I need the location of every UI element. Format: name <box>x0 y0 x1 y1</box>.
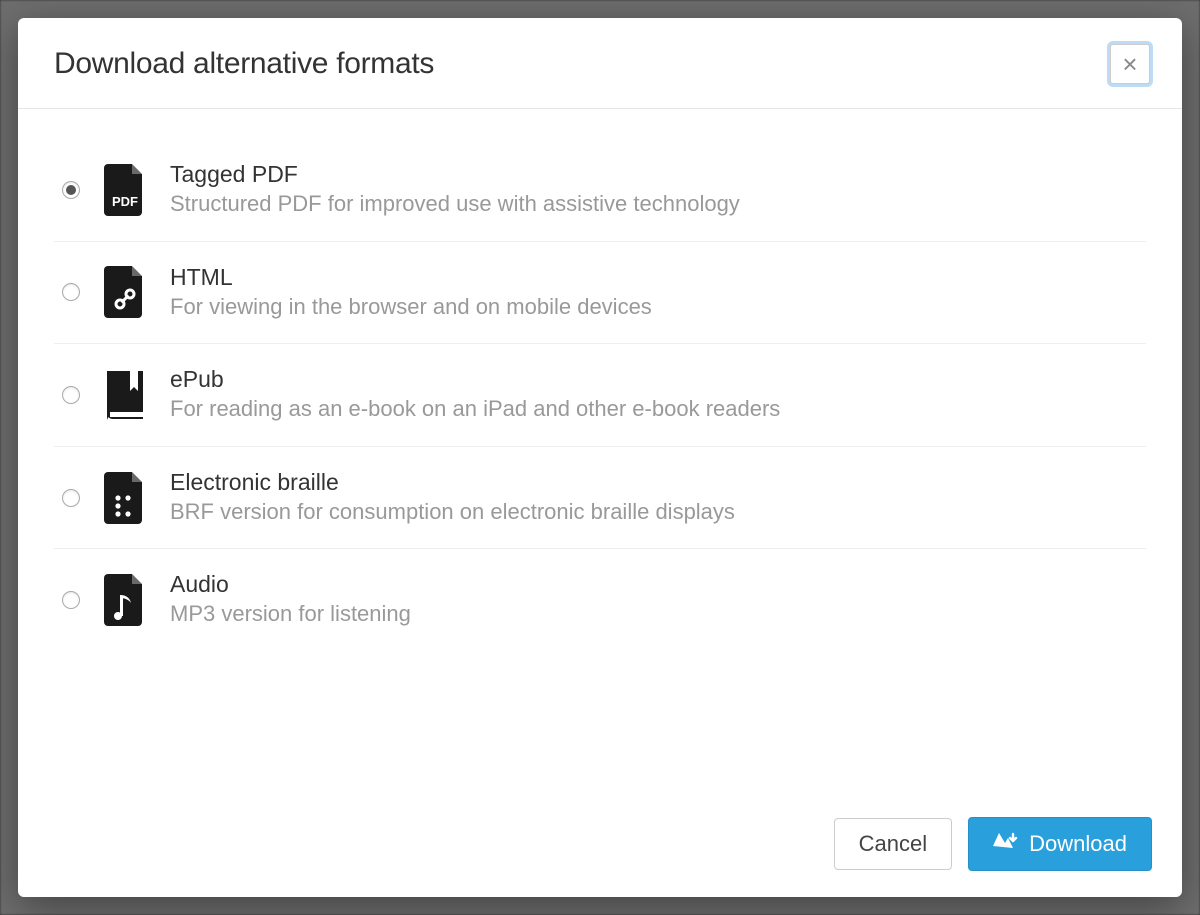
format-text: HTML For viewing in the browser and on m… <box>170 264 1138 322</box>
format-text: Audio MP3 version for listening <box>170 571 1138 629</box>
modal-header: Download alternative formats × <box>18 18 1182 109</box>
epub-book-icon <box>104 369 146 421</box>
radio-input[interactable] <box>62 489 80 507</box>
html-file-icon <box>104 266 146 318</box>
format-description: For viewing in the browser and on mobile… <box>170 293 1138 322</box>
format-option-epub[interactable]: ePub For reading as an e-book on an iPad… <box>54 344 1146 447</box>
modal-body: PDF Tagged PDF Structured PDF for improv… <box>18 109 1182 795</box>
format-title: Electronic braille <box>170 469 1138 496</box>
download-button-label: Download <box>1029 831 1127 857</box>
radio-input[interactable] <box>62 181 80 199</box>
format-description: For reading as an e-book on an iPad and … <box>170 395 1138 424</box>
radio-input[interactable] <box>62 386 80 404</box>
cancel-button[interactable]: Cancel <box>834 818 952 870</box>
download-button[interactable]: Download <box>968 817 1152 871</box>
radio-input[interactable] <box>62 283 80 301</box>
format-description: BRF version for consumption on electroni… <box>170 498 1138 527</box>
format-text: Electronic braille BRF version for consu… <box>170 469 1138 527</box>
pdf-file-icon: PDF <box>104 164 146 216</box>
format-option-audio[interactable]: Audio MP3 version for listening <box>54 549 1146 651</box>
format-option-tagged-pdf[interactable]: PDF Tagged PDF Structured PDF for improv… <box>54 139 1146 242</box>
close-icon: × <box>1122 51 1137 77</box>
format-text: Tagged PDF Structured PDF for improved u… <box>170 161 1138 219</box>
modal-footer: Cancel Download <box>18 795 1182 897</box>
format-text: ePub For reading as an e-book on an iPad… <box>170 366 1138 424</box>
format-option-html[interactable]: HTML For viewing in the browser and on m… <box>54 242 1146 345</box>
close-button[interactable]: × <box>1110 44 1150 84</box>
radio-input[interactable] <box>62 591 80 609</box>
svg-text:PDF: PDF <box>112 194 138 209</box>
cancel-button-label: Cancel <box>859 831 927 857</box>
format-title: HTML <box>170 264 1138 291</box>
modal-title: Download alternative formats <box>54 47 434 81</box>
format-list: PDF Tagged PDF Structured PDF for improv… <box>54 139 1146 651</box>
braille-file-icon <box>104 472 146 524</box>
format-title: Audio <box>170 571 1138 598</box>
format-description: MP3 version for listening <box>170 600 1138 629</box>
download-icon <box>993 830 1019 858</box>
format-title: Tagged PDF <box>170 161 1138 188</box>
format-title: ePub <box>170 366 1138 393</box>
format-option-braille[interactable]: Electronic braille BRF version for consu… <box>54 447 1146 550</box>
format-description: Structured PDF for improved use with ass… <box>170 190 1138 219</box>
audio-file-icon <box>104 574 146 626</box>
download-formats-modal: Download alternative formats × PDF Tagge… <box>18 18 1182 897</box>
